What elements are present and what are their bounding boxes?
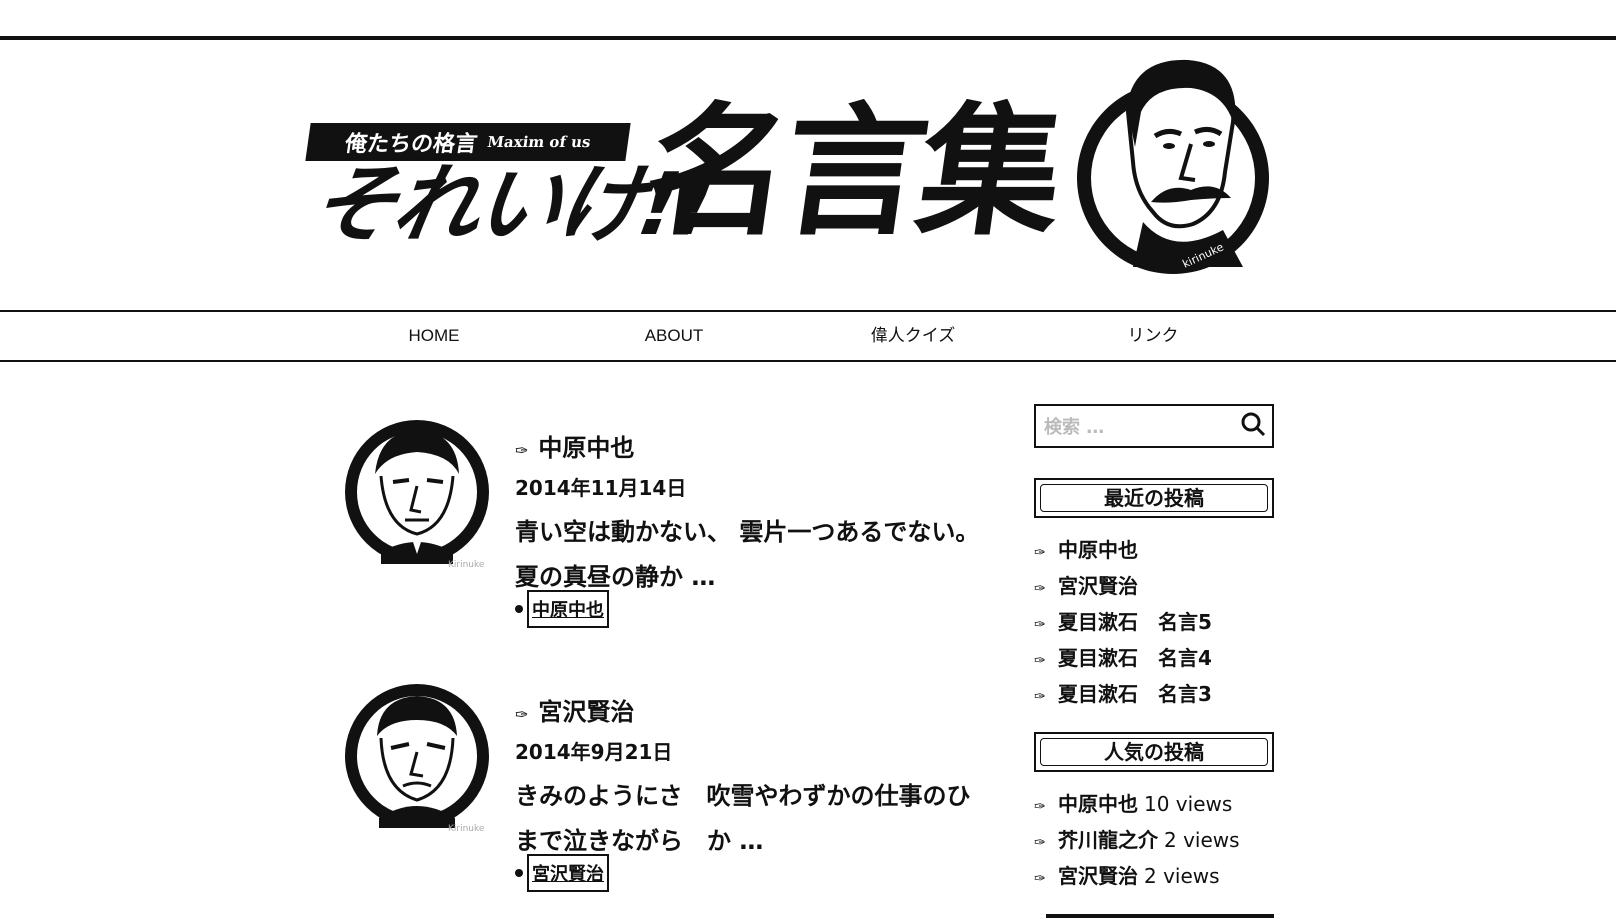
- list-item: ✑ 宮沢賢治: [1034, 568, 1294, 604]
- pen-nib-icon: ✑: [1034, 653, 1046, 669]
- popular-posts-list: ✑ 中原中也 10 views ✑ 芥川龍之介 2 views ✑ 宮沢賢治 2 views: [1034, 786, 1294, 894]
- top-rule: [0, 36, 1616, 40]
- search-input[interactable]: [1042, 412, 1236, 442]
- tag-icon: [515, 605, 523, 613]
- popular-post-link[interactable]: 宮沢賢治: [1058, 864, 1138, 888]
- post-title-text[interactable]: 宮沢賢治: [538, 698, 634, 726]
- portrait-logo-icon: kirinuke: [1077, 59, 1269, 274]
- tag-link[interactable]: 中原中也: [527, 590, 609, 628]
- avatar-miyazawa-icon[interactable]: Kirinuke: [345, 678, 495, 838]
- view-count: 10 views: [1144, 792, 1233, 816]
- next-widget-edge: [1046, 914, 1274, 918]
- list-item: ✑ 中原中也: [1034, 532, 1294, 568]
- list-item: ✑ 夏目漱石 名言3: [1034, 676, 1294, 712]
- popular-post-link[interactable]: 中原中也: [1058, 792, 1138, 816]
- nav-item-links[interactable]: リンク: [1073, 312, 1233, 360]
- tagline-jp: 俺たちの格言: [343, 131, 479, 157]
- avatar-credit: Kirinuke: [448, 560, 485, 570]
- post-tag: 宮沢賢治: [515, 854, 609, 892]
- pen-nib-icon: ✑: [515, 705, 529, 724]
- nav-item-quiz[interactable]: 偉人クイズ: [833, 312, 993, 360]
- logo-title: 名言集: [636, 90, 1068, 255]
- pen-nib-icon: ✑: [1034, 617, 1046, 633]
- popular-posts-title: 人気の投稿: [1034, 732, 1274, 772]
- pen-nib-icon: ✑: [1034, 835, 1046, 851]
- tagline-en: Maxim of us: [486, 133, 592, 151]
- avatar-nakahara-icon[interactable]: Kirinuke: [345, 414, 495, 574]
- pen-nib-icon: ✑: [1034, 545, 1046, 561]
- nav-item-home[interactable]: HOME: [354, 312, 514, 360]
- recent-posts-title: 最近の投稿: [1034, 478, 1274, 518]
- list-item: ✑ 夏目漱石 名言4: [1034, 640, 1294, 676]
- recent-post-link[interactable]: 中原中也: [1058, 538, 1138, 562]
- tag-icon: [515, 869, 523, 877]
- post-title[interactable]: ✑ 宮沢賢治: [515, 692, 634, 727]
- post-title-text[interactable]: 中原中也: [538, 434, 634, 462]
- list-item: ✑ 芥川龍之介 2 views: [1034, 822, 1294, 858]
- post-title[interactable]: ✑ 中原中也: [515, 428, 634, 463]
- recent-post-link[interactable]: 夏目漱石 名言4: [1058, 646, 1212, 670]
- pen-nib-icon: ✑: [1034, 871, 1046, 887]
- recent-post-link[interactable]: 夏目漱石 名言5: [1058, 610, 1212, 634]
- view-count: 2 views: [1164, 828, 1240, 852]
- pen-nib-icon: ✑: [1034, 799, 1046, 815]
- search-form: [1034, 404, 1274, 448]
- post-tag: 中原中也: [515, 590, 609, 628]
- post-date: 2014年11月14日: [515, 476, 687, 500]
- site-header-logo[interactable]: 俺たちの格言 Maxim of us それいけ!! 名言集 kirinuke: [303, 52, 1278, 287]
- view-count: 2 views: [1144, 864, 1220, 888]
- list-item: ✑ 宮沢賢治 2 views: [1034, 858, 1294, 894]
- main-nav: HOME ABOUT 偉人クイズ リンク: [0, 310, 1616, 362]
- pen-nib-icon: ✑: [515, 441, 529, 460]
- avatar-credit: Kirinuke: [448, 824, 485, 834]
- pen-nib-icon: ✑: [1034, 581, 1046, 597]
- search-icon[interactable]: [1238, 408, 1268, 444]
- post-card: Kirinuke ✑ 宮沢賢治 2014年9月21日 きみのようにさ 吹雪やわずか…: [345, 678, 990, 898]
- recent-post-link[interactable]: 宮沢賢治: [1058, 574, 1138, 598]
- list-item: ✑ 中原中也 10 views: [1034, 786, 1294, 822]
- popular-post-link[interactable]: 芥川龍之介: [1058, 828, 1158, 852]
- recent-post-link[interactable]: 夏目漱石 名言3: [1058, 682, 1212, 706]
- recent-posts-list: ✑ 中原中也 ✑ 宮沢賢治 ✑ 夏目漱石 名言5 ✑ 夏目漱石 名言4 ✑ 夏目漱石 名言…: [1034, 532, 1294, 712]
- pen-nib-icon: ✑: [1034, 689, 1046, 705]
- post-excerpt: 青い空は動かない、 雲片一つあるでない。 夏の真昼の静か …: [515, 518, 980, 591]
- tag-link[interactable]: 宮沢賢治: [527, 854, 609, 892]
- post-card: Kirinuke ✑ 中原中也 2014年11月14日 青い空は動かない、 雲片一…: [345, 414, 990, 634]
- post-date: 2014年9月21日: [515, 740, 673, 764]
- recent-posts-heading: 最近の投稿: [1104, 486, 1204, 510]
- nav-item-about[interactable]: ABOUT: [594, 312, 754, 360]
- popular-posts-heading: 人気の投稿: [1104, 740, 1204, 764]
- list-item: ✑ 夏目漱石 名言5: [1034, 604, 1294, 640]
- post-excerpt: きみのようにさ 吹雪やわずかの仕事のひまで泣きながら か …: [515, 782, 971, 855]
